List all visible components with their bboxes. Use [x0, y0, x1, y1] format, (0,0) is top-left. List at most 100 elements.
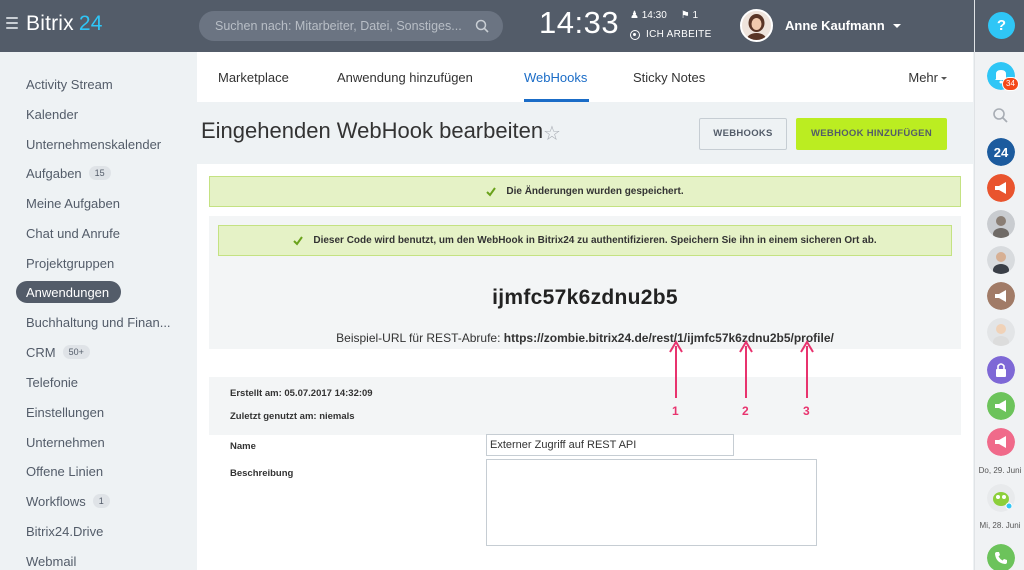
webhooks-button[interactable]: WEBHOOKS [699, 118, 787, 150]
sidebar-item-einstellungen[interactable]: Einstellungen [16, 401, 104, 423]
tab-bar: Marketplace Anwendung hinzufügen WebHook… [197, 52, 973, 102]
webhook-code-box: Dieser Code wird benutzt, um den WebHook… [209, 216, 961, 349]
webhook-code: ijmfc57k6zdnu2b5 [492, 286, 678, 309]
sidebar-item-telefonie[interactable]: Telefonie [16, 371, 78, 393]
sidebar-item-label: Unternehmenskalender [26, 136, 162, 152]
megaphone-icon[interactable] [987, 174, 1015, 202]
date-separator: Mi, 28. Juni [979, 521, 1021, 530]
sidebar-item-label: Offene Linien [26, 463, 104, 479]
page-header: Eingehenden WebHook bearbeiten ☆ WEBHOOK… [197, 102, 973, 164]
bot-avatar-icon[interactable] [987, 484, 1015, 512]
contact-avatar-icon[interactable] [987, 318, 1015, 346]
annotation-arrow-3 [800, 340, 814, 398]
counter-badge: 50+ [62, 345, 90, 359]
add-webhook-button[interactable]: WEBHOOK HINZUFÜGEN [796, 118, 947, 150]
sidebar-item-label: Bitrix24.Drive [26, 523, 104, 539]
work-status-label: ICH ARBEITE [646, 29, 712, 40]
sidebar-item-projektgruppen[interactable]: Projektgruppen [16, 252, 114, 274]
help-button[interactable]: ? [988, 12, 1015, 39]
work-status-icon [630, 29, 640, 40]
flag-icon: ⚑ [680, 10, 690, 21]
tab-marketplace[interactable]: Marketplace [218, 70, 289, 85]
sidebar-item-chat-und-anrufe[interactable]: Chat und Anrufe [16, 222, 120, 244]
sidebar-item-label: CRM [26, 344, 56, 360]
logo[interactable]: Bitrix 24 [26, 12, 103, 36]
sidebar-item-activity-stream[interactable]: Activity Stream [16, 73, 113, 95]
check-icon [486, 186, 497, 197]
sidebar: Activity Stream Kalender Unternehmenskal… [0, 52, 197, 570]
user-menu[interactable]: Anne Kaufmann [740, 9, 901, 42]
sidebar-item-unternehmen[interactable]: Unternehmen [16, 431, 105, 453]
avatar[interactable] [740, 9, 773, 42]
chevron-down-icon [941, 77, 947, 81]
annotation-arrow-2 [739, 340, 753, 398]
example-url-label: Beispiel-URL für REST-Abrufe: [336, 331, 501, 345]
phone-icon[interactable] [987, 544, 1015, 570]
clock[interactable]: 14:33 [539, 5, 619, 41]
tab-more-label: Mehr [908, 70, 938, 85]
sidebar-item-aufgaben[interactable]: Aufgaben 15 [16, 162, 111, 184]
search-icon[interactable] [987, 102, 1015, 130]
counter-badge: 1 [92, 494, 110, 508]
tab-anwendung-hinzufuegen[interactable]: Anwendung hinzufügen [337, 70, 473, 85]
svg-text:24: 24 [994, 145, 1009, 160]
code-info-notice: Dieser Code wird benutzt, um den WebHook… [218, 225, 952, 256]
sidebar-item-workflows[interactable]: Workflows 1 [16, 490, 110, 512]
alarm-icon: ♟ [630, 10, 639, 21]
search-icon[interactable] [475, 19, 489, 33]
main-content: Die Änderungen wurden gespeichert. Diese… [197, 164, 973, 570]
name-label: Name [230, 441, 256, 452]
contact-avatar-icon[interactable] [987, 246, 1015, 274]
sidebar-item-label: Activity Stream [26, 76, 113, 92]
webhook-info: Erstellt am: 05.07.2017 14:32:09 Zuletzt… [209, 377, 961, 435]
page-title: Eingehenden WebHook bearbeiten [201, 118, 544, 143]
sidebar-item-crm[interactable]: CRM 50+ [16, 341, 90, 363]
megaphone-icon[interactable] [987, 392, 1015, 420]
flag-count: 1 [692, 10, 699, 21]
sidebar-item-unternehmenskalender[interactable]: Unternehmenskalender [16, 133, 161, 155]
bitrix24-icon[interactable]: 24 [987, 138, 1015, 166]
user-avatar-icon [742, 11, 771, 40]
tab-webhooks[interactable]: WebHooks [524, 70, 587, 85]
sidebar-item-anwendungen[interactable]: Anwendungen [16, 281, 122, 303]
sidebar-item-kalender[interactable]: Kalender [16, 103, 78, 125]
tab-more[interactable]: Mehr [908, 70, 947, 85]
sidebar-item-offene-linien[interactable]: Offene Linien [16, 460, 103, 482]
description-label: Beschreibung [230, 468, 294, 479]
lock-icon[interactable] [987, 356, 1015, 384]
search-box[interactable] [199, 11, 503, 41]
megaphone-icon[interactable] [987, 428, 1015, 456]
top-header: Bitrix24 14:33 ♟ 14:30 ⚑ 1 ICH ARBEITE A… [0, 0, 974, 52]
sidebar-item-label: Telefonie [26, 374, 79, 390]
user-name[interactable]: Anne Kaufmann [785, 18, 885, 33]
success-notice: Die Änderungen wurden gespeichert. [209, 176, 961, 207]
notification-badge: 34 [1002, 77, 1019, 91]
megaphone-icon[interactable] [987, 282, 1015, 310]
sidebar-item-label: Buchhaltung und Finan... [26, 314, 171, 330]
code-info-message: Dieser Code wird benutzt, um den WebHook… [313, 235, 877, 246]
annotation-number: 3 [803, 404, 810, 418]
sidebar-item-webmail[interactable]: Webmail [16, 550, 76, 570]
date-separator: Do, 29. Juni [978, 466, 1022, 475]
sidebar-item-bitrix24-drive[interactable]: Bitrix24.Drive [16, 520, 103, 542]
menu-icon[interactable] [6, 17, 18, 29]
tab-sticky-notes[interactable]: Sticky Notes [633, 70, 705, 85]
work-status[interactable]: ICH ARBEITE [630, 29, 712, 40]
description-textarea[interactable] [486, 459, 817, 546]
name-input[interactable] [486, 434, 734, 456]
chevron-down-icon[interactable] [892, 23, 901, 28]
sidebar-item-label: Unternehmen [26, 434, 105, 450]
sidebar-item-meine-aufgaben[interactable]: Meine Aufgaben [16, 192, 120, 214]
check-icon [293, 235, 304, 246]
success-message: Die Änderungen wurden gespeichert. [506, 186, 684, 197]
sidebar-item-buchhaltung[interactable]: Buchhaltung und Finan... [16, 311, 171, 333]
example-url: Beispiel-URL für REST-Abrufe: https://zo… [209, 331, 961, 345]
sidebar-item-label: Chat und Anrufe [26, 225, 120, 241]
search-input[interactable] [215, 11, 465, 41]
star-icon[interactable]: ☆ [543, 121, 561, 146]
right-panel: ? 34 24 Do, 29. Juni Mi, 28. Juni [974, 0, 1024, 570]
contact-avatar-icon[interactable] [987, 210, 1015, 238]
last-used-date: Zuletzt genutzt am: niemals [230, 411, 355, 422]
sidebar-item-label: Anwendungen [26, 284, 110, 300]
alarm-time: 14:30 [641, 10, 667, 21]
